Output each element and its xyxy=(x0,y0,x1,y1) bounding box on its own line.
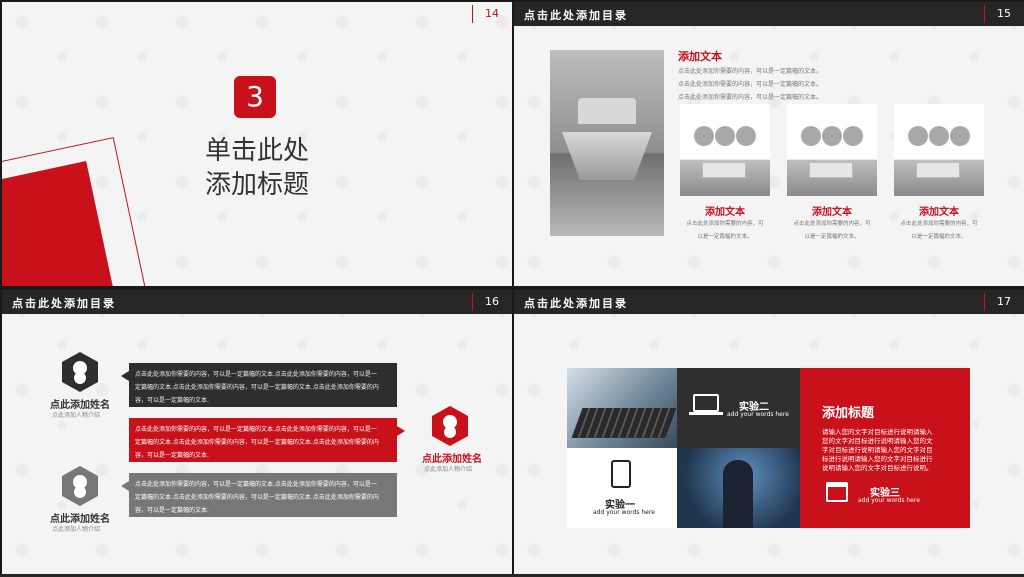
laptop-icon xyxy=(689,394,723,415)
bubble-line: 点击此处添加你需要的内容，可以是一定篇幅的文本.点击此处添加你需要的内容，可以是… xyxy=(135,426,377,433)
ship-photo xyxy=(550,50,664,236)
header-title[interactable]: 点击此处添加目录 xyxy=(12,295,116,311)
panel-line: 标进行说明请输入您的文字对目标进行 xyxy=(822,455,933,463)
user-icon xyxy=(62,352,98,392)
panel-line: 您的文字对目标进行说明请输入您的文 xyxy=(822,437,933,445)
slide-number: 14 xyxy=(472,2,512,26)
panel-body: 请输入您的文字对目标进行说明请输入 您的文字对目标进行说明请输入您的文 字对目标… xyxy=(822,428,952,473)
room-photo xyxy=(894,104,984,196)
room-photo xyxy=(787,104,877,196)
sofa xyxy=(702,162,746,178)
slide-number: 15 xyxy=(984,2,1024,26)
experiment-cell[interactable]: 实验一 add your words here xyxy=(567,448,677,528)
wall-decor xyxy=(843,126,863,146)
slide-header: 点击此处添加目录 16 xyxy=(2,290,512,314)
slide-number: 17 xyxy=(984,290,1024,314)
slide-header: 点击此处添加目录 15 xyxy=(514,2,1024,26)
section-title-line2: 添加标题 xyxy=(204,170,309,200)
businessman xyxy=(723,460,753,528)
slide-16[interactable]: 点击此处添加目录 16 点此添加姓名 点此添加人物介绍 点此添加姓名 点此添加人… xyxy=(2,290,512,574)
slide-14[interactable]: 14 3 单击此处 添加标题 xyxy=(2,2,512,286)
item-desc-line: 以是一定篇幅的文本。 xyxy=(911,234,967,240)
bubble-line: 定篇幅的文本.点击此处添加你需要的内容，可以是一定篇幅的文本.点击此处添加你需要… xyxy=(135,494,379,501)
room-photo xyxy=(680,104,770,196)
person-desc[interactable]: 点此添加人物介绍 xyxy=(424,464,472,473)
slide-17[interactable]: 点击此处添加目录 17 实验二 add your words here 实验一 … xyxy=(514,290,1024,574)
experiment-sub: add your words here xyxy=(727,411,789,418)
user-icon xyxy=(432,406,468,446)
person-name[interactable]: 点此添加姓名 xyxy=(50,510,110,525)
bubble-pointer xyxy=(121,481,129,491)
bubble-line: 点击此处添加你需要的内容，可以是一定篇幅的文本.点击此处添加你需要的内容，可以是… xyxy=(135,371,377,378)
person-name[interactable]: 点此添加姓名 xyxy=(422,450,482,465)
item-desc-line: 点击此处添加你需要的内容，可 xyxy=(793,221,871,227)
slide-header: 点击此处添加目录 17 xyxy=(514,290,1024,314)
sofa xyxy=(809,162,853,178)
experiment-cell[interactable]: 实验二 add your words here xyxy=(677,368,800,448)
wall-decor xyxy=(715,126,735,146)
bubble-line: 容，可以是一定篇幅的文本. xyxy=(135,452,209,459)
slide-15[interactable]: 点击此处添加目录 15 添加文本 点击此处添加你需要的内容，可以是一定篇幅的文本… xyxy=(514,2,1024,286)
item-desc[interactable]: 点击此处添加你需要的内容，可 以是一定篇幅的文本。 xyxy=(887,218,991,244)
wall-decor xyxy=(950,126,970,146)
wall-decor xyxy=(736,126,756,146)
bubble-line: 容，可以是一定篇幅的文本. xyxy=(135,507,209,514)
wall-decor xyxy=(822,126,842,146)
section-number-badge: 3 xyxy=(234,76,276,118)
person-desc[interactable]: 点此添加人物介绍 xyxy=(52,410,100,419)
sofa xyxy=(916,162,960,178)
keyboard-photo xyxy=(567,368,677,448)
panel-title: 添加标题 xyxy=(822,406,875,421)
item-desc[interactable]: 点击此处添加你需要的内容，可 以是一定篇幅的文本。 xyxy=(780,218,884,244)
person-desc[interactable]: 点此添加人物介绍 xyxy=(52,524,100,533)
person-name[interactable]: 点此添加姓名 xyxy=(50,396,110,411)
slide-number: 16 xyxy=(472,290,512,314)
text-bubble[interactable]: 点击此处添加你需要的内容，可以是一定篇幅的文本.点击此处添加你需要的内容，可以是… xyxy=(121,363,397,407)
bubble-line: 点击此处添加你需要的内容，可以是一定篇幅的文本.点击此处添加你需要的内容，可以是… xyxy=(135,481,377,488)
section-title-line1: 单击此处 xyxy=(204,136,309,166)
wall-decor xyxy=(929,126,949,146)
panel-line: 说明请输入您的文字对目标进行说明。 xyxy=(822,464,933,472)
info-panel[interactable]: 添加标题 请输入您的文字对目标进行说明请输入 您的文字对目标进行说明请输入您的文… xyxy=(800,368,970,528)
panel-line: 请输入您的文字对目标进行说明请输入 xyxy=(822,428,933,436)
calendar-icon xyxy=(826,482,848,502)
text-bubble[interactable]: 点击此处添加你需要的内容，可以是一定篇幅的文本.点击此处添加你需要的内容，可以是… xyxy=(121,473,397,517)
header-title[interactable]: 点击此处添加目录 xyxy=(524,295,628,311)
bubble-line: 定篇幅的文本.点击此处添加你需要的内容，可以是一定篇幅的文本.点击此处添加你需要… xyxy=(135,384,379,391)
user-icon xyxy=(62,466,98,506)
bubble-pointer xyxy=(397,426,405,436)
bubble-line: 定篇幅的文本.点击此处添加你需要的内容，可以是一定篇幅的文本.点击此处添加你需要… xyxy=(135,439,379,446)
wall-decor xyxy=(908,126,928,146)
section-title[interactable]: 单击此处 添加标题 xyxy=(192,134,322,202)
experiment-sub: add your words here xyxy=(858,497,920,504)
text-bubble[interactable]: 点击此处添加你需要的内容，可以是一定篇幅的文本.点击此处添加你需要的内容，可以是… xyxy=(129,418,405,462)
item-desc-line: 点击此处添加你需要的内容，可 xyxy=(686,221,764,227)
main-text-line[interactable]: 点击此处添加你需要的内容，可以是一定篇幅的文本。 xyxy=(678,79,822,88)
wall-decor xyxy=(801,126,821,146)
item-desc-line: 以是一定篇幅的文本。 xyxy=(804,234,860,240)
ship-superstructure xyxy=(578,98,636,124)
item-desc[interactable]: 点击此处添加你需要的内容，可 以是一定篇幅的文本。 xyxy=(673,218,777,244)
item-title[interactable]: 添加文本 xyxy=(787,203,877,218)
main-text-line[interactable]: 点击此处添加你需要的内容，可以是一定篇幅的文本。 xyxy=(678,92,822,101)
keyboard-keys xyxy=(571,408,677,438)
ship-hull xyxy=(562,132,652,180)
businessman-photo xyxy=(677,448,800,528)
bubble-line: 容，可以是一定篇幅的文本. xyxy=(135,397,209,404)
panel-line: 字对目标进行说明请输入您的文字对目 xyxy=(822,446,933,454)
phone-icon xyxy=(611,460,631,488)
slide-header: 14 xyxy=(2,2,512,24)
experiment-sub: add your words here xyxy=(593,509,655,516)
main-text-title[interactable]: 添加文本 xyxy=(678,48,722,64)
header-title[interactable]: 点击此处添加目录 xyxy=(524,7,628,23)
item-title[interactable]: 添加文本 xyxy=(680,203,770,218)
wall-decor xyxy=(694,126,714,146)
item-desc-line: 以是一定篇幅的文本。 xyxy=(697,234,753,240)
bubble-pointer xyxy=(121,371,129,381)
item-title[interactable]: 添加文本 xyxy=(894,203,984,218)
main-text-line[interactable]: 点击此处添加你需要的内容，可以是一定篇幅的文本。 xyxy=(678,66,822,75)
item-desc-line: 点击此处添加你需要的内容，可 xyxy=(900,221,978,227)
